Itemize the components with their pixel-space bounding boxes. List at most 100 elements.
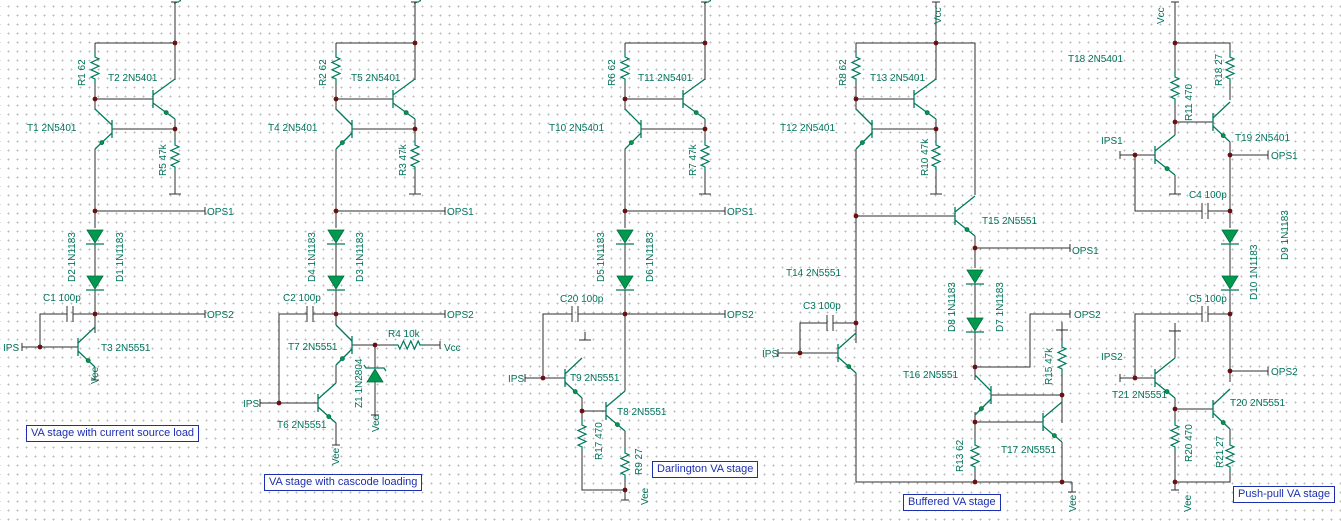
transistor-emitter [1154, 158, 1176, 176]
transistor-collector [77, 326, 96, 344]
resistor-r1 [89, 52, 101, 84]
junction-dot [622, 96, 628, 102]
transistor-arrow [339, 140, 345, 146]
wire [581, 398, 606, 412]
label-vcc: Vcc [444, 343, 461, 354]
transistor-arrow [629, 140, 634, 146]
caption-push-pull: Push-pull VA stage [1233, 486, 1336, 503]
transistor-t5 [392, 78, 416, 120]
label-vee: Vee [371, 414, 382, 432]
diode-d6 [616, 275, 634, 291]
label-ops1: OPS1 [1072, 246, 1099, 257]
transistor-t10 [624, 108, 642, 150]
resistor-body [930, 140, 942, 172]
junction-dot [622, 487, 628, 493]
label-t17: T17 2N5551 [1001, 445, 1056, 456]
resistor-body [1056, 342, 1068, 374]
label-t7: T7 2N5551 [288, 342, 338, 353]
transistor-collector [855, 108, 873, 126]
zener-z1 [363, 364, 387, 383]
resistor-body [576, 420, 588, 452]
label-ips2: IPS2 [1101, 352, 1123, 363]
resistor-r15 [1056, 342, 1068, 374]
transistor-arrow [572, 389, 578, 395]
resistor-r13 [969, 440, 981, 472]
transistor-arrow [924, 110, 930, 115]
label-t2: T2 2N5401 [108, 73, 158, 84]
transistor-collector [954, 195, 976, 213]
transistor-t19 [1212, 101, 1231, 143]
junctions [37, 40, 1233, 493]
junction-dot [412, 40, 418, 46]
resistor-r21 [1224, 440, 1236, 472]
junction-dot [276, 400, 282, 406]
label-c1: C1 100p [43, 293, 81, 304]
label-ops1: OPS1 [447, 207, 474, 218]
resistor-body [1224, 440, 1236, 472]
diode-triangle [616, 275, 634, 290]
capacitor-c4 [1195, 203, 1215, 219]
label-d2: D2 1N1183 [67, 232, 78, 282]
label-t15: T15 2N5551 [982, 216, 1037, 227]
transistor-collector [974, 374, 992, 392]
wire [278, 313, 300, 403]
junction-dot [1172, 406, 1178, 412]
junction-dot [853, 96, 859, 102]
label-r15: R15 47k [1044, 347, 1055, 385]
junction-dot [933, 40, 939, 46]
transistor-t11 [682, 78, 706, 120]
label-vee: Vee [640, 487, 651, 505]
diode-d3 [327, 275, 345, 291]
resistor-r9 [619, 448, 631, 480]
resistor-r20 [1169, 420, 1181, 452]
junction-dot [1132, 375, 1138, 381]
transistor-collector [1154, 357, 1176, 375]
label-d4: D4 1N1183 [307, 232, 318, 282]
transistor-t3 [77, 326, 96, 368]
label-vee: Vee [90, 366, 101, 384]
label-t1: T1 2N5401 [27, 123, 77, 134]
label-ips1: IPS1 [1101, 136, 1123, 147]
wire [1175, 42, 1231, 52]
label-c4: C4 100p [1189, 190, 1227, 201]
label-ops2: OPS2 [447, 310, 474, 321]
label-t20: T20 2N5551 [1230, 398, 1285, 409]
resistor-r4 [393, 339, 425, 351]
junction-dot [622, 311, 628, 317]
transistor-arrow [163, 110, 169, 115]
resistor-body [699, 140, 711, 172]
resistor-body [393, 339, 425, 351]
resistor-body [409, 140, 421, 172]
label-r8: R8 62 [838, 59, 849, 86]
transistor-arrow [99, 140, 105, 146]
label-r2: R2 62 [318, 59, 329, 86]
label-vcc: Vcc [173, 0, 184, 4]
label-r1: R1 62 [77, 59, 88, 86]
transistor-t6 [317, 382, 337, 424]
transistor-collector [1042, 401, 1063, 419]
label-d5: D5 1N1183 [596, 232, 607, 282]
junction-dot [372, 342, 378, 348]
transistor-arrow [1052, 433, 1057, 439]
junction-dot [622, 208, 628, 214]
wire [974, 313, 1070, 368]
capacitor-c5 [1195, 306, 1215, 322]
wire [1174, 398, 1213, 410]
label-t16: T16 2N5551 [903, 370, 958, 381]
junction-dot [1227, 208, 1233, 214]
label-t4: T4 2N5401 [268, 123, 318, 134]
transistor-emitter [1042, 425, 1063, 443]
junction-dot [1172, 119, 1178, 125]
zener-triangle [366, 368, 384, 383]
label-r21: R21 27 [1215, 435, 1226, 468]
caption-buffered: Buffered VA stage [903, 494, 1001, 511]
label-d9: D9 1N1183 [1280, 210, 1291, 260]
label-z1: Z1 1N2804 [354, 358, 365, 408]
junction-dot [92, 208, 98, 214]
ground-t18 [1169, 186, 1181, 195]
transistor-t12 [855, 108, 873, 150]
label-c5: C5 100p [1189, 294, 1227, 305]
label-r5: R5 47k [158, 143, 169, 176]
transistor-collector [335, 108, 353, 126]
label-vcc: Vcc [1156, 7, 1167, 24]
